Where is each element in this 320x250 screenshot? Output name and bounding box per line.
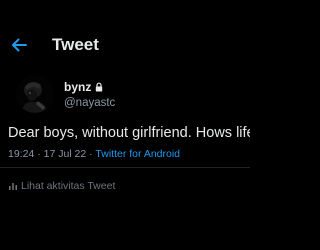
divider	[0, 167, 250, 168]
lock-icon	[94, 82, 104, 92]
tweet-activity-link[interactable]: Lihat aktivitas Tweet	[8, 177, 116, 192]
tweet-text: Dear boys, without girlfriend. Hows life…	[8, 125, 250, 141]
tweet-date[interactable]: 17 Jul 22	[44, 148, 87, 160]
bar-chart-icon	[8, 181, 18, 191]
meta-separator: ·	[37, 148, 41, 160]
tweet-time[interactable]: 19:24	[8, 148, 34, 160]
tweet-source-link[interactable]: Twitter for Android	[95, 148, 180, 160]
activity-label: Lihat aktivitas Tweet	[21, 179, 116, 192]
tweet-detail-screen: Tweet bynz @nayastc Dear boys, without g…	[0, 0, 250, 250]
top-bar: Tweet	[0, 30, 250, 60]
back-button[interactable]	[10, 36, 28, 54]
profile-photo-icon	[16, 75, 54, 113]
user-handle[interactable]: @nayastc	[64, 96, 115, 110]
display-name[interactable]: bynz	[64, 80, 91, 94]
tweet-meta: 19:24 · 17 Jul 22 · Twitter for Android	[8, 148, 180, 161]
meta-separator-2: ·	[89, 148, 93, 160]
avatar[interactable]	[16, 75, 54, 113]
arrow-left-icon	[12, 38, 27, 52]
author-row: bynz @nayastc	[0, 73, 250, 117]
name-row: bynz	[64, 78, 104, 94]
page-title: Tweet	[52, 35, 99, 54]
